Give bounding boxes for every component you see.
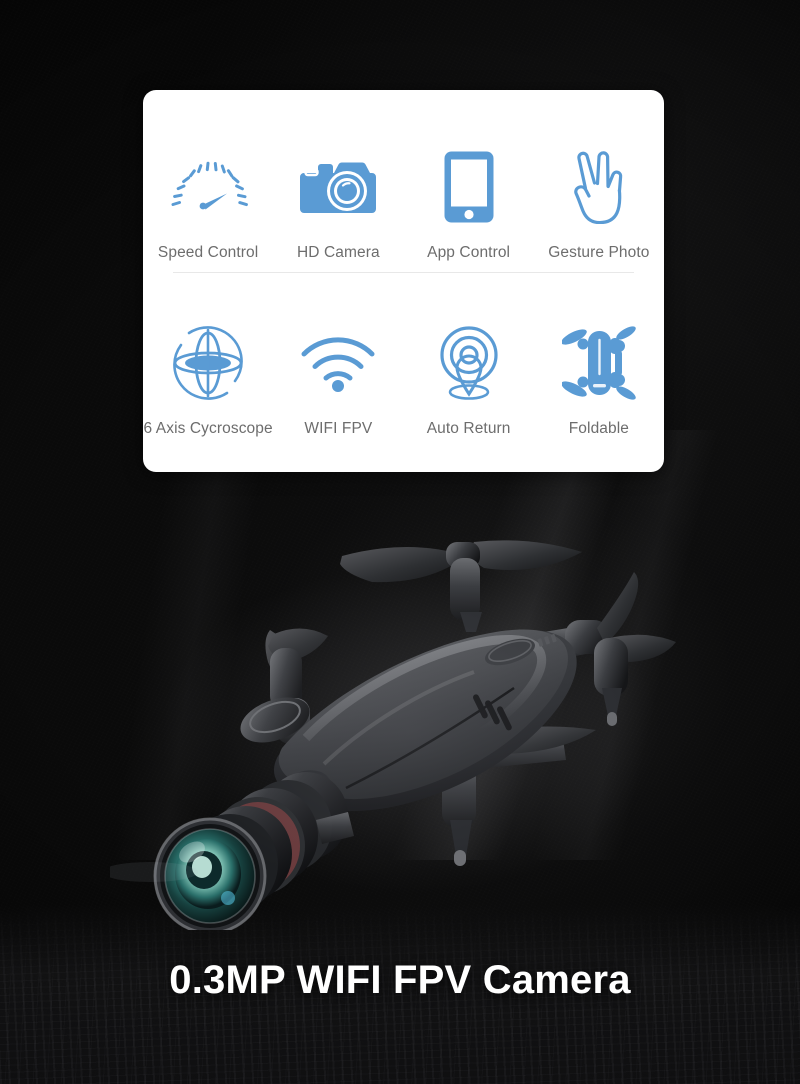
feature-row-1: Speed Control HD Camera App Control Gest… bbox=[143, 112, 664, 262]
feature-row-2: 6 Axis Cycroscope WIFI FPV Auto Return F… bbox=[143, 286, 664, 438]
feature-label: Foldable bbox=[568, 420, 629, 437]
feature-wifi-fpv[interactable]: WIFI FPV bbox=[273, 286, 403, 438]
feature-label: WIFI FPV bbox=[304, 420, 373, 437]
location-pin-icon bbox=[436, 320, 502, 406]
product-image bbox=[102, 520, 710, 935]
product-banner: Speed Control HD Camera App Control Gest… bbox=[0, 0, 800, 1084]
feature-label: Speed Control bbox=[157, 244, 259, 261]
wifi-icon bbox=[300, 320, 376, 406]
hand-gesture-icon bbox=[566, 144, 632, 230]
feature-auto-return[interactable]: Auto Return bbox=[404, 286, 534, 438]
feature-gesture-photo[interactable]: Gesture Photo bbox=[534, 112, 664, 262]
feature-app-control[interactable]: App Control bbox=[404, 112, 534, 262]
feature-label: Auto Return bbox=[426, 420, 511, 437]
gyroscope-icon bbox=[167, 320, 249, 406]
feature-foldable[interactable]: Foldable bbox=[534, 286, 664, 438]
feature-card: Speed Control HD Camera App Control Gest… bbox=[143, 90, 664, 472]
feature-label: App Control bbox=[427, 244, 511, 261]
product-caption: 0.3MP WIFI FPV Camera bbox=[169, 958, 631, 1002]
feature-6-axis-cycroscope[interactable]: 6 Axis Cycroscope bbox=[143, 286, 273, 438]
smartphone-icon bbox=[443, 144, 495, 230]
feature-label: HD Camera bbox=[297, 244, 380, 261]
feature-label: 6 Axis Cycroscope bbox=[143, 420, 273, 437]
feature-hd-camera[interactable]: HD Camera bbox=[273, 112, 403, 262]
feature-speed-control[interactable]: Speed Control bbox=[143, 112, 273, 262]
product-glow bbox=[150, 560, 670, 900]
card-divider bbox=[173, 272, 634, 273]
camera-icon bbox=[300, 144, 377, 230]
foldable-drone-icon bbox=[561, 320, 636, 406]
feature-label: Gesture Photo bbox=[548, 244, 650, 261]
speedometer-icon bbox=[167, 144, 249, 230]
